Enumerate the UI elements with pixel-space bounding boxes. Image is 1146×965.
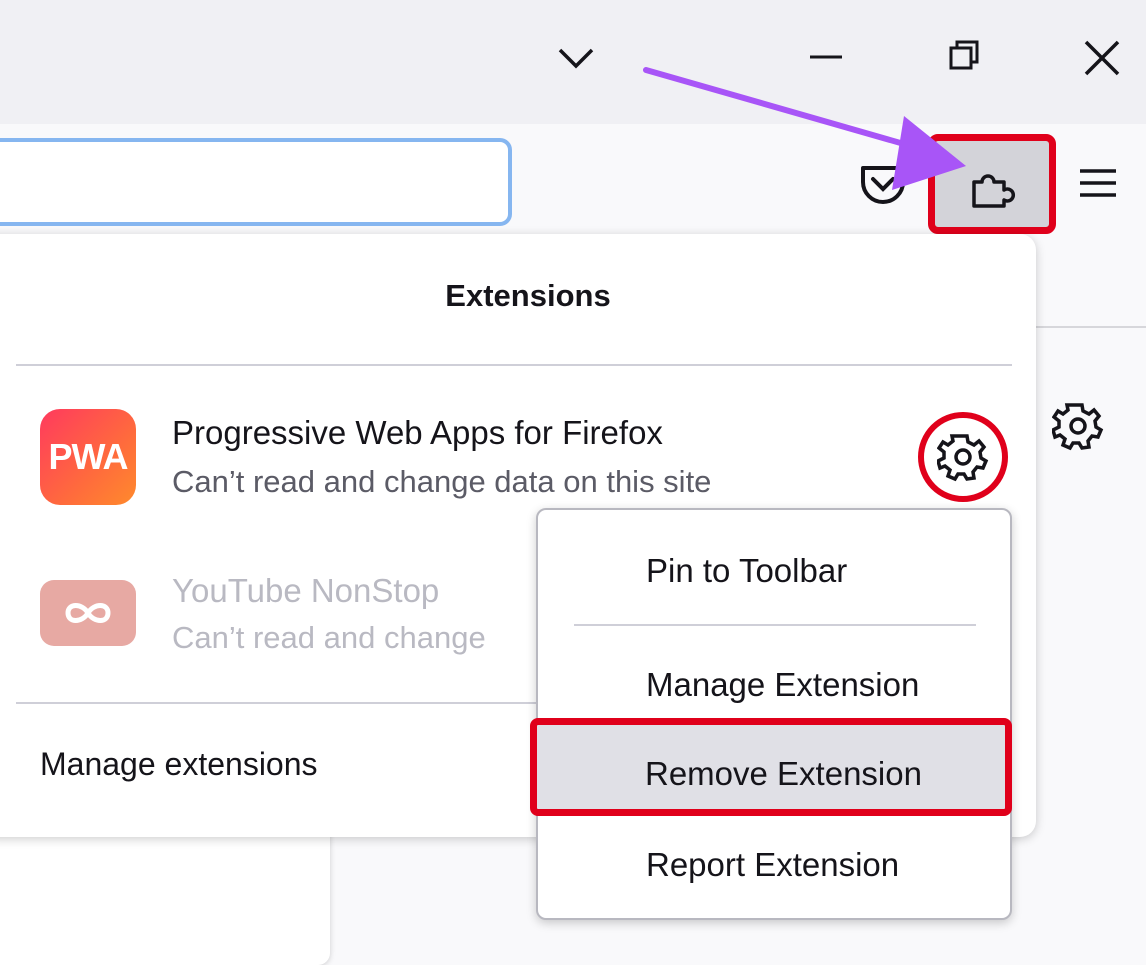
menu-item-remove-extension[interactable]: Remove Extension xyxy=(530,718,1012,816)
menu-item-pin-to-toolbar[interactable]: Pin to Toolbar xyxy=(646,552,847,590)
manage-extensions-link[interactable]: Manage extensions xyxy=(40,746,318,783)
infinity-icon xyxy=(65,603,111,623)
chevron-down-icon[interactable] xyxy=(546,28,606,88)
close-icon[interactable] xyxy=(1072,28,1132,88)
extension-context-menu: Pin to Toolbar Manage Extension Report E… xyxy=(536,508,1012,920)
extension-settings-button[interactable] xyxy=(918,412,1008,502)
panel-divider-top xyxy=(16,364,1012,366)
extension-status: Can’t read and change data on this site xyxy=(172,464,712,499)
extension-name[interactable]: YouTube NonStop xyxy=(172,572,439,610)
gear-icon[interactable] xyxy=(1050,400,1104,452)
pocket-icon[interactable] xyxy=(856,158,910,212)
menu-item-label: Remove Extension xyxy=(645,755,922,792)
extensions-puzzle-icon xyxy=(964,158,1022,212)
menu-item-report-extension[interactable]: Report Extension xyxy=(646,846,899,884)
page-divider xyxy=(1036,326,1146,328)
menu-separator xyxy=(574,624,976,626)
panel-title: Extensions xyxy=(445,278,611,313)
gear-icon xyxy=(937,434,989,482)
youtube-nonstop-icon xyxy=(40,580,136,646)
panel-divider-bottom xyxy=(16,702,536,704)
menu-item-manage-extension[interactable]: Manage Extension xyxy=(646,666,919,704)
pwa-extension-icon: PWA xyxy=(40,409,136,505)
minimize-icon[interactable] xyxy=(796,28,856,88)
extension-name[interactable]: Progressive Web Apps for Firefox xyxy=(172,414,663,452)
url-bar[interactable] xyxy=(0,138,512,226)
extension-status: Can’t read and change xyxy=(172,620,486,655)
menu-hamburger-icon[interactable] xyxy=(1074,162,1122,206)
restore-icon[interactable] xyxy=(934,28,994,88)
